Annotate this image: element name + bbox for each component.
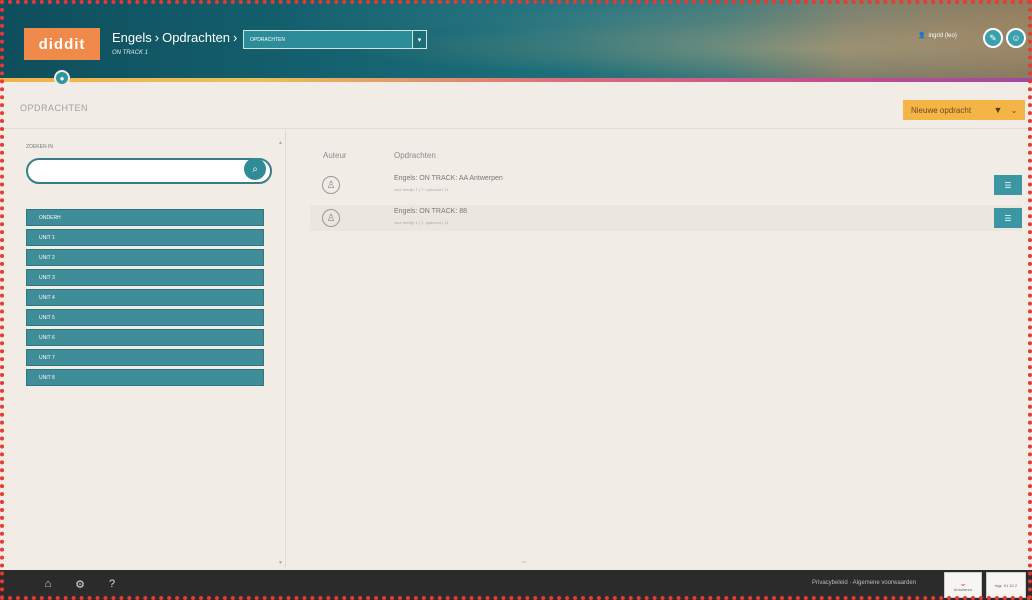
edit-icon[interactable]: ✎ <box>983 28 1003 48</box>
collapse-button[interactable]: ⌄ Annuleren <box>944 572 982 598</box>
column-author[interactable]: Auteur <box>323 151 347 160</box>
assignment-meta: voor leerlijn 1 | 7: opdracht | 11 <box>394 220 449 225</box>
filter-icon[interactable]: ▼ <box>989 105 1007 115</box>
sidebar-scrollbar[interactable]: ▲ ▼ <box>278 138 286 568</box>
new-assignment-label: Nieuwe opdracht <box>911 105 972 115</box>
author-avatar-icon: ♙ <box>322 209 340 227</box>
assignment-title[interactable]: Engels: ON TRACK: 88 <box>394 208 467 215</box>
app-header: diddit Engels › Opdrachten › ON TRACK 1 OPD… <box>0 0 1032 82</box>
search-label: ZOEKEN IN <box>26 144 53 150</box>
user-icon: 👤 <box>918 33 926 39</box>
footer-links[interactable]: Privacybeleid · Algemene voorwaarden <box>812 580 916 586</box>
assignment-title[interactable]: Engels: ON TRACK: AA Antwerpen <box>394 175 503 182</box>
new-assignment-button[interactable]: Nieuwe opdracht ▼ ⌄ <box>903 100 1025 120</box>
chevron-down-icon: ⌄ <box>959 577 967 588</box>
breadcrumb: Engels › Opdrachten › <box>112 30 240 45</box>
user-menu[interactable]: 👤 ingrid (leo) <box>918 32 957 40</box>
section-selector[interactable]: OPDRACHTEN ▾ <box>243 30 427 49</box>
breadcrumb-engels[interactable]: Engels <box>112 30 152 45</box>
row-menu-icon[interactable]: ☰ <box>994 175 1022 195</box>
home-icon[interactable]: ⌂ <box>40 576 56 592</box>
author-avatar-icon: ♙ <box>322 176 340 194</box>
breadcrumb-separator: › <box>154 30 160 45</box>
resize-handle[interactable]: ═ <box>522 560 526 566</box>
table-row[interactable]: ♙ Engels: ON TRACK: AA Antwerpen voor le… <box>310 172 1022 198</box>
unit-item[interactable]: UNIT 4 <box>26 289 264 306</box>
row-menu-icon[interactable]: ☰ <box>994 208 1022 228</box>
header-color-bar <box>0 78 1032 82</box>
unit-item[interactable]: UNIT 5 <box>26 309 264 326</box>
chevron-down-icon[interactable]: ▾ <box>412 31 426 48</box>
unit-item[interactable]: UNIT 8 <box>26 369 264 386</box>
footer-info-box[interactable]: Ingr. 01 10 2 <box>986 572 1026 598</box>
unit-item[interactable]: UNIT 7 <box>26 349 264 366</box>
assignment-meta: voor leerlijn 1 | 7: opdracht | 11 <box>394 187 449 192</box>
unit-item[interactable]: UNIT 6 <box>26 329 264 346</box>
breadcrumb-separator: › <box>233 30 238 45</box>
table-row[interactable]: ♙ Engels: ON TRACK: 88 voor leerlijn 1 |… <box>310 205 1022 231</box>
page-title: OPDRACHTEN <box>20 103 89 113</box>
unit-item[interactable]: UNIT 1 <box>26 229 264 246</box>
user-name: ingrid (leo) <box>928 32 957 39</box>
diddit-logo[interactable]: diddit <box>24 28 100 60</box>
divider <box>0 128 1032 129</box>
breadcrumb-opdrachten[interactable]: Opdrachten <box>162 30 230 45</box>
profile-icon[interactable]: ☺ <box>1006 28 1026 48</box>
unit-item[interactable]: UNIT 2 <box>26 249 264 266</box>
home-dot-icon[interactable]: ● <box>54 70 70 86</box>
scroll-up-icon[interactable]: ▲ <box>278 140 283 146</box>
settings-icon[interactable]: ⚙ <box>72 576 88 592</box>
sidebar: ZOEKEN IN ⌕ ONDERH UNIT 1 UNIT 2 UNIT 3 … <box>18 130 286 568</box>
column-assignments[interactable]: Opdrachten <box>394 151 436 160</box>
unit-list: ONDERH UNIT 1 UNIT 2 UNIT 3 UNIT 4 UNIT … <box>26 209 264 389</box>
footer-bar: ⌂ ⚙ ? Privacybeleid · Algemene voorwaard… <box>0 570 1032 600</box>
help-icon[interactable]: ? <box>104 576 120 592</box>
search-icon[interactable]: ⌕ <box>244 158 266 180</box>
scroll-down-icon[interactable]: ▼ <box>278 560 283 566</box>
unit-item[interactable]: UNIT 3 <box>26 269 264 286</box>
chevron-down-icon[interactable]: ⌄ <box>1007 106 1021 115</box>
collapse-label: Annuleren <box>953 586 973 592</box>
course-subtitle: ON TRACK 1 <box>112 50 149 56</box>
footer-info-label: Ingr. 01 10 2 <box>994 582 1018 588</box>
search-input[interactable] <box>26 158 272 184</box>
selector-value: OPDRACHTEN <box>250 36 286 43</box>
unit-item[interactable]: ONDERH <box>26 209 264 226</box>
